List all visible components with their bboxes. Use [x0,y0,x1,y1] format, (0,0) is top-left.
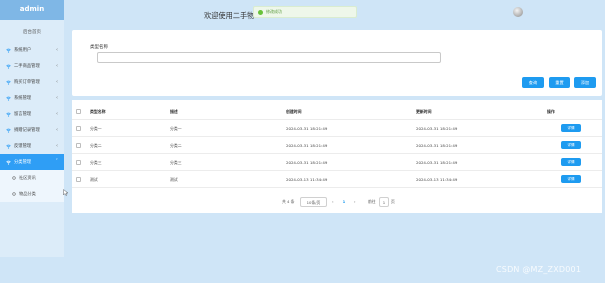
cell-created: 2024-03-13 11:34:49 [286,177,328,182]
cell-desc: 分类三 [170,160,182,165]
sidebar-subitem-label: 社区资讯 [19,175,36,180]
sidebar-item-label: 系统管理 [14,96,32,101]
page-suffix: 页 [391,199,395,204]
cell-name: 分类二 [90,143,102,148]
cell-name: 分类一 [90,126,102,131]
wifi-icon [6,64,11,69]
watermark: CSDN @MZ_ZXD001 [496,265,582,274]
success-icon [258,9,263,15]
cell-name: 测试 [90,177,98,182]
chevron-left-icon: ‹ [56,79,58,85]
sidebar-subitem-item-categories[interactable]: 物品分类 [0,186,64,202]
sidebar-item-orders[interactable]: 购买订单管理 ‹ [0,74,64,90]
cell-desc: 分类二 [170,143,182,148]
success-toast: 修改成功 [253,6,357,18]
wifi-icon [6,160,11,165]
location-icon [12,192,16,196]
detail-button[interactable]: 详情 [561,158,581,166]
detail-button[interactable]: 详情 [561,124,581,132]
sidebar-item-label: 二手商品管理 [14,64,40,69]
wifi-icon [6,80,11,85]
cell-created: 2024-03-31 18:21:49 [286,160,328,165]
row-checkbox[interactable] [76,160,81,165]
pagination: 共 4 条 10条/页 ‹ 1 › 前往 1 页 [72,197,602,207]
row-checkbox[interactable] [76,143,81,148]
sidebar-home[interactable]: 后台首页 [0,24,64,42]
cell-desc: 测试 [170,177,178,182]
cell-updated: 2024-03-31 18:21:49 [416,126,458,131]
sidebar-item-system[interactable]: 系统管理 ‹ [0,90,64,106]
chevron-down-icon: ˇ [55,159,59,165]
page-size-select[interactable]: 10条/页 [300,197,327,207]
sidebar-item-goods[interactable]: 二手商品管理 ‹ [0,58,64,74]
current-page[interactable]: 1 [340,197,348,207]
column-header: 更新时间 [416,109,432,114]
mouse-cursor-icon [63,189,68,196]
sidebar-item-donations[interactable]: 捐赠记录管理 ‹ [0,122,64,138]
sidebar-subitem-news[interactable]: 社区资讯 [0,170,64,186]
brand-logo: admin [0,0,64,20]
sidebar-subitem-label: 物品分类 [19,191,36,196]
chevron-left-icon: ‹ [56,111,58,117]
chevron-left-icon: ‹ [56,95,58,101]
cell-desc: 分类一 [170,126,182,131]
chevron-left-icon: ‹ [56,63,58,69]
row-checkbox[interactable] [76,126,81,131]
search-panel: 类型名称 查询 重置 添加 [72,30,602,96]
wifi-icon [6,96,11,101]
chevron-left-icon: ‹ [56,127,58,133]
cell-updated: 2024-03-31 18:21:49 [416,160,458,165]
cell-name: 分类三 [90,160,102,165]
reset-button[interactable]: 重置 [549,77,570,88]
category-name-input[interactable] [97,52,441,63]
wifi-icon [6,48,11,53]
sidebar-item-label: 系统用户 [14,48,32,53]
cell-updated: 2024-03-13 11:34:49 [416,177,458,182]
table-row: 分类一 分类一 2024-03-31 18:21:49 2024-03-31 1… [72,120,602,137]
add-button[interactable]: 添加 [574,77,596,88]
goto-page-input[interactable]: 1 [379,197,389,207]
sidebar-item-label: 反馈管理 [14,144,32,149]
sidebar: admin 后台首页 系统用户 ‹ 二手商品管理 ‹ 购买订单管理 ‹ 系统管理… [0,0,64,257]
toast-message: 修改成功 [266,9,282,14]
row-checkbox[interactable] [76,177,81,182]
detail-button[interactable]: 详情 [561,141,581,149]
sidebar-item-categories[interactable]: 分类管理 ˇ [0,154,64,170]
goto-label: 前往 [368,199,376,204]
avatar[interactable] [513,7,523,17]
prev-page-button[interactable]: ‹ [332,197,334,207]
detail-button[interactable]: 详情 [561,175,581,183]
next-page-button[interactable]: › [354,197,356,207]
query-button[interactable]: 查询 [522,77,544,88]
page-title: 欢迎使用二手物 [204,11,255,20]
cell-created: 2024-03-31 18:21:49 [286,143,328,148]
wifi-icon [6,112,11,117]
chevron-left-icon: ‹ [56,143,58,149]
column-header: 类型名称 [90,109,106,114]
sidebar-item-system-users[interactable]: 系统用户 ‹ [0,42,64,58]
category-name-label: 类型名称 [90,45,108,50]
column-header: 描述 [170,109,178,114]
sidebar-item-label: 捐赠记录管理 [14,128,40,133]
sidebar-item-label: 留言管理 [14,112,32,117]
table-row: 分类二 分类二 2024-03-31 18:21:49 2024-03-31 1… [72,137,602,154]
wifi-icon [6,128,11,133]
chevron-left-icon: ‹ [56,47,58,53]
sidebar-item-label: 购买订单管理 [14,80,40,85]
data-table: 类型名称 描述 创建时间 更新时间 操作 分类一 分类一 2024-03-31 … [72,100,602,213]
total-count: 共 4 条 [282,199,295,204]
column-header: 操作 [547,109,555,114]
wifi-icon [6,144,11,149]
sidebar-item-label: 分类管理 [14,160,32,165]
table-row: 分类三 分类三 2024-03-31 18:21:49 2024-03-31 1… [72,154,602,171]
select-all-checkbox[interactable] [76,109,81,114]
sidebar-item-feedback[interactable]: 反馈管理 ‹ [0,138,64,154]
cell-updated: 2024-03-31 18:21:49 [416,143,458,148]
sidebar-item-messages[interactable]: 留言管理 ‹ [0,106,64,122]
cell-created: 2024-03-31 18:21:49 [286,126,328,131]
table-row: 测试 测试 2024-03-13 11:34:49 2024-03-13 11:… [72,171,602,188]
column-header: 创建时间 [286,109,302,114]
location-icon [12,176,16,180]
table-header: 类型名称 描述 创建时间 更新时间 操作 [72,103,602,120]
